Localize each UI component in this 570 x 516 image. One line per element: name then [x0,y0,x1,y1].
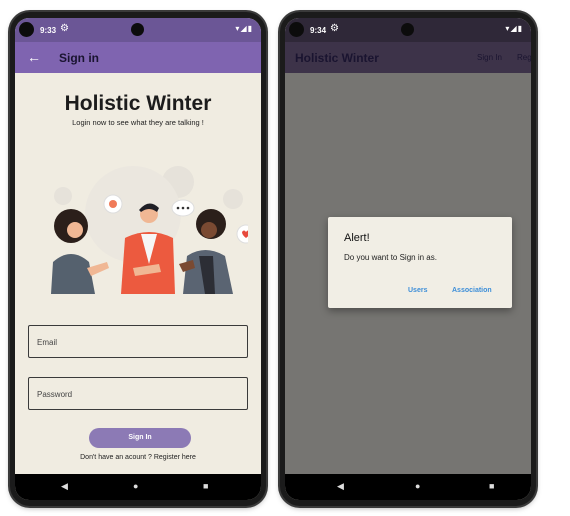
signin-screen: 9:33 ⚙ ▾◢▮ ← Sign in Holistic Winter Log… [15,18,261,500]
tagline: Login now to see what they are talking ! [72,118,204,127]
settings-status-icon: ⚙ [330,23,339,34]
nav-back-icon[interactable]: ◀ [61,481,68,492]
dialog-message: Do you want to Sign in as. [344,253,437,262]
camera-cutout [19,22,34,37]
nav-recents-icon[interactable]: ■ [489,481,494,491]
nav-home-icon[interactable]: ● [415,481,420,491]
register-action[interactable]: Register [517,53,531,62]
app-headline: Holistic Winter [64,92,212,115]
signin-button[interactable]: Sign In [89,428,191,448]
front-camera [401,23,414,36]
password-field[interactable]: Password [28,377,248,410]
system-nav-bar: ◀ ● ■ [15,474,261,500]
app-bar: ← Sign in [15,42,261,73]
system-nav-bar: ◀ ● ■ [285,474,531,500]
signin-action[interactable]: Sign In [477,53,502,62]
dialog-title: Alert! [344,232,370,244]
people-talking-illustration [51,166,248,294]
password-placeholder: Password [37,390,73,399]
page-title: Sign in [59,51,99,65]
settings-status-icon: ⚙ [60,23,69,34]
status-time: 9:34 [310,26,327,35]
signal-battery-icon: ▾◢▮ [235,24,253,33]
status-bar: 9:34 ⚙ ▾◢▮ [285,18,531,42]
arrow-left-icon[interactable]: ← [27,49,41,65]
nav-back-icon[interactable]: ◀ [337,481,344,492]
signal-battery-icon: ▾◢▮ [505,24,523,33]
alert-screen: 9:34 ⚙ ▾◢▮ Holistic Winter Sign In Regis… [285,18,531,500]
camera-cutout [289,22,304,37]
nav-recents-icon[interactable]: ■ [203,481,208,491]
register-link[interactable]: Don't have an acount ? Register here [15,454,261,461]
app-title: Holistic Winter [295,51,379,65]
users-button[interactable]: Users [408,287,427,294]
front-camera [131,23,144,36]
phone-alert: 9:34 ⚙ ▾◢▮ Holistic Winter Sign In Regis… [280,12,536,506]
alert-dialog: Alert! Do you want to Sign in as. Users … [328,217,512,308]
association-button[interactable]: Association [452,287,492,294]
status-bar: 9:33 ⚙ ▾◢▮ [15,18,261,42]
nav-home-icon[interactable]: ● [133,481,138,491]
status-time: 9:33 [40,26,57,35]
email-field[interactable]: Email [28,325,248,358]
email-placeholder: Email [37,338,58,347]
phone-signin: 9:33 ⚙ ▾◢▮ ← Sign in Holistic Winter Log… [10,12,266,506]
app-bar: Holistic Winter Sign In Register [285,42,531,73]
